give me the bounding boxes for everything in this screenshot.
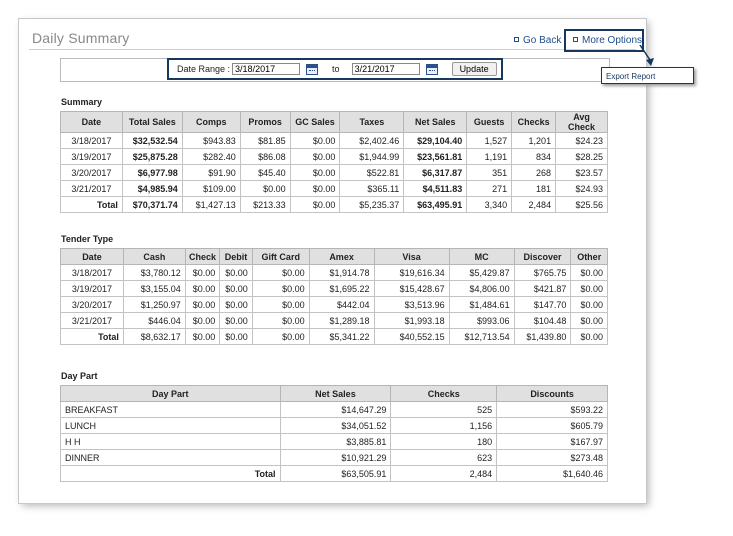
export-report-menu-item[interactable]: Export Report <box>601 67 694 84</box>
